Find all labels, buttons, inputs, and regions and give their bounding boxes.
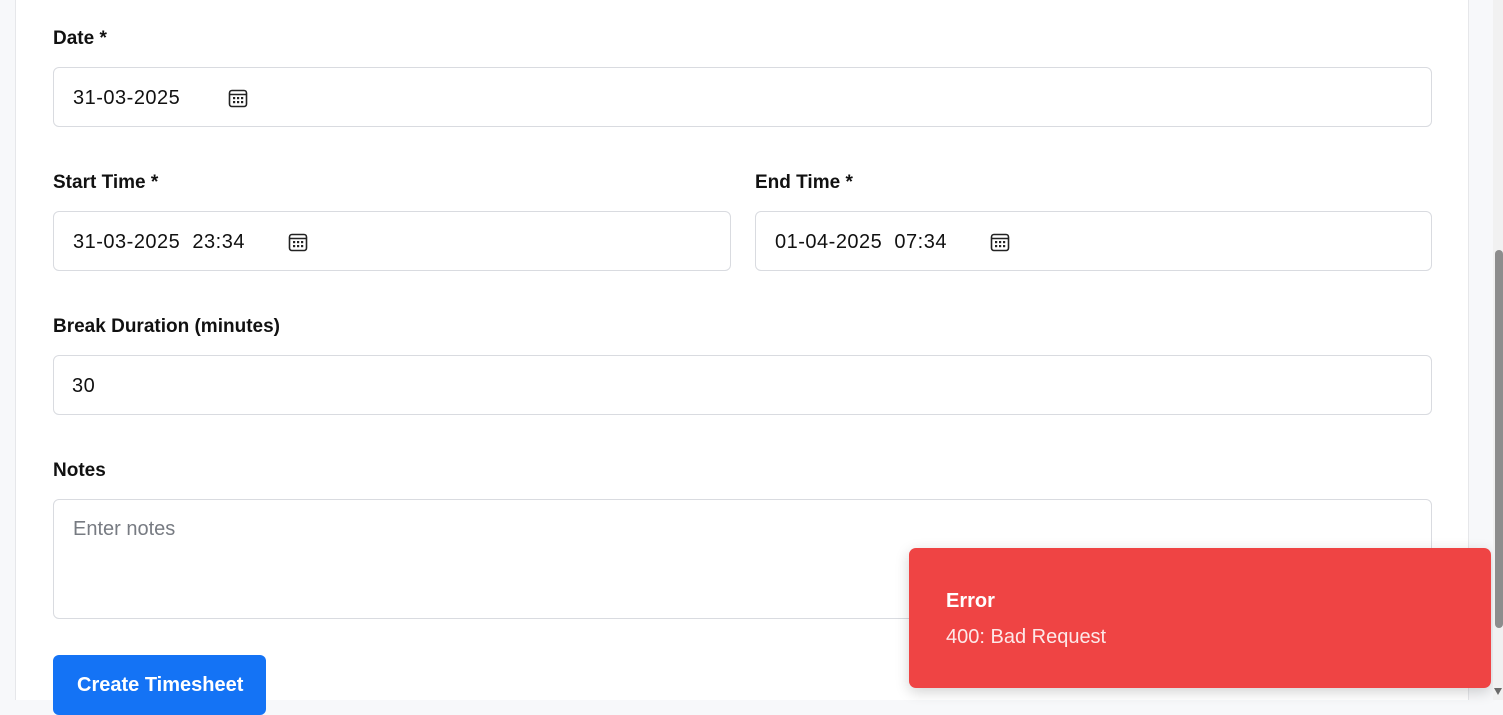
notes-label: Notes	[53, 460, 106, 481]
calendar-icon[interactable]	[989, 231, 1011, 253]
toast-title: Error	[946, 590, 995, 612]
notes-placeholder: Enter notes	[73, 518, 176, 540]
create-timesheet-button-label: Create Timesheet	[77, 674, 244, 696]
calendar-icon[interactable]	[287, 231, 309, 253]
date-field[interactable]: 31-03-2025	[53, 67, 1432, 127]
scrollbar-thumb[interactable]	[1495, 250, 1503, 628]
scroll-down-arrow-icon[interactable]	[1494, 688, 1502, 695]
end-time-label: End Time *	[755, 172, 853, 193]
break-duration-label: Break Duration (minutes)	[53, 316, 280, 337]
break-duration-value: 30	[72, 375, 96, 397]
start-time-value: 31-03-2025 23:34	[73, 231, 245, 253]
end-time-value: 01-04-2025 07:34	[775, 231, 947, 253]
start-time-field[interactable]: 31-03-2025 23:34	[53, 211, 731, 271]
error-toast[interactable]: Error 400: Bad Request	[909, 548, 1491, 688]
start-time-label: Start Time *	[53, 172, 159, 193]
create-timesheet-button[interactable]: Create Timesheet	[53, 655, 266, 715]
toast-message: 400: Bad Request	[946, 626, 1107, 648]
date-value: 31-03-2025	[73, 87, 181, 109]
date-label: Date *	[53, 28, 107, 49]
calendar-icon[interactable]	[227, 87, 249, 109]
break-duration-input[interactable]: 30	[53, 355, 1432, 415]
end-time-field[interactable]: 01-04-2025 07:34	[755, 211, 1432, 271]
